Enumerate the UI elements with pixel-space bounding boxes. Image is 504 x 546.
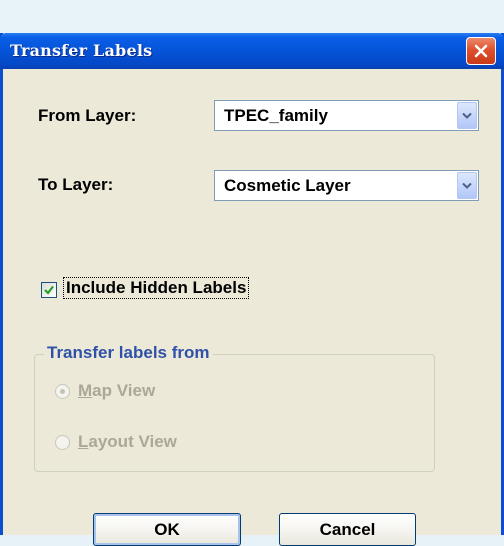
title-bar[interactable]: Transfer Labels: [0, 33, 504, 69]
radio-selected-dot: [60, 389, 65, 394]
chevron-down-icon: [462, 112, 472, 119]
cancel-button[interactable]: Cancel: [279, 513, 416, 546]
transfer-labels-dialog: Transfer Labels From Layer: TPEC_family …: [0, 33, 504, 546]
include-hidden-labels-checkbox-row[interactable]: Include Hidden Labels: [39, 277, 324, 303]
transfer-labels-from-group: Transfer labels from Map View Layout Vie…: [34, 343, 435, 472]
layout-view-radio-option[interactable]: Layout View: [55, 432, 215, 454]
from-layer-dropdown-button[interactable]: [457, 102, 477, 129]
close-icon: [474, 44, 488, 58]
map-view-radio-option[interactable]: Map View: [55, 381, 195, 403]
include-hidden-labels-checkbox[interactable]: [41, 282, 57, 298]
layout-view-label: Layout View: [78, 432, 177, 451]
from-layer-label: From Layer:: [38, 106, 137, 125]
map-view-radio[interactable]: [55, 384, 70, 399]
layout-view-radio[interactable]: [55, 435, 70, 450]
map-view-label: Map View: [78, 381, 156, 400]
from-layer-dropdown[interactable]: TPEC_family: [214, 100, 479, 131]
ok-button[interactable]: OK: [93, 513, 241, 546]
to-layer-dropdown[interactable]: Cosmetic Layer: [214, 170, 479, 201]
dialog-title: Transfer Labels: [10, 41, 153, 60]
group-title: Transfer labels from: [44, 343, 213, 363]
to-layer-label: To Layer:: [38, 175, 114, 194]
to-layer-value: Cosmetic Layer: [224, 176, 351, 195]
from-layer-value: TPEC_family: [224, 106, 328, 125]
close-button[interactable]: [466, 37, 496, 65]
to-layer-dropdown-button[interactable]: [457, 172, 477, 199]
include-hidden-labels-label[interactable]: Include Hidden Labels: [62, 277, 250, 299]
chevron-down-icon: [462, 182, 472, 189]
checkmark-icon: [44, 285, 54, 295]
